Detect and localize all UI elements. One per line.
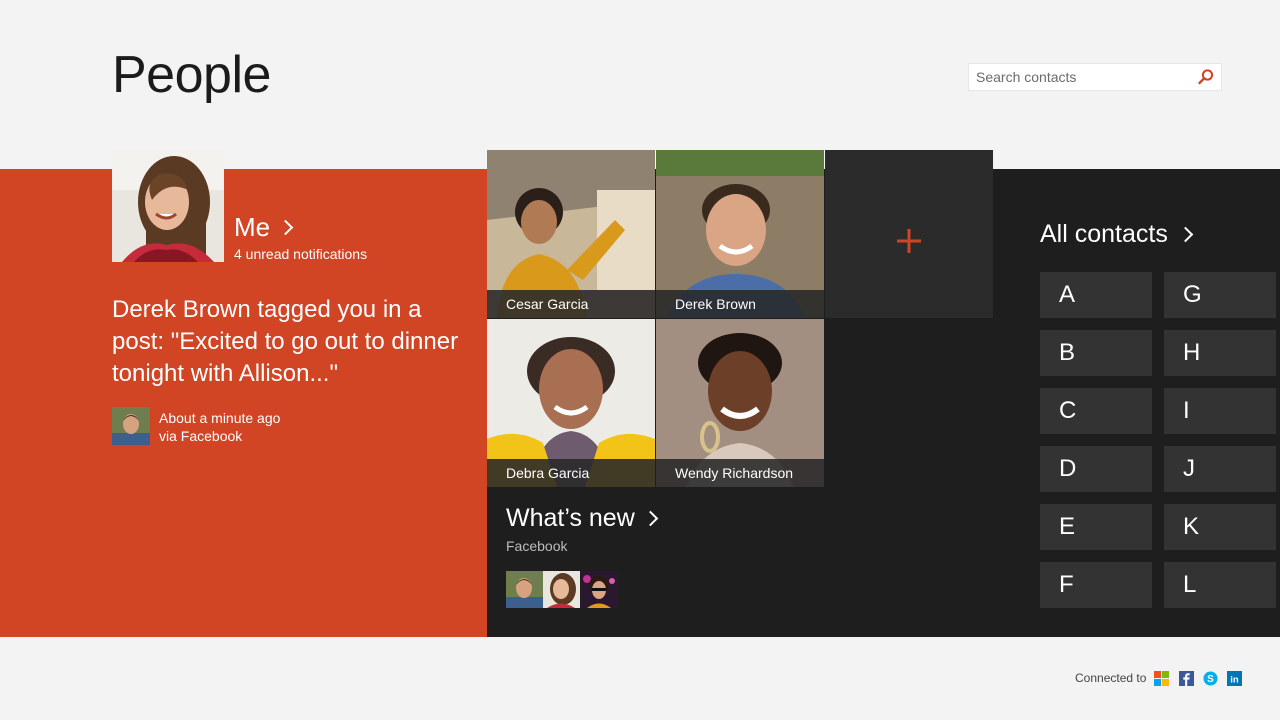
notification-text[interactable]: Derek Brown tagged you in a post: "Excit…: [112, 294, 472, 390]
me-link[interactable]: Me: [234, 212, 294, 243]
linkedin-icon[interactable]: in: [1227, 671, 1242, 686]
contact-name: Wendy Richardson: [656, 459, 824, 487]
whats-new-avatar[interactable]: [543, 571, 580, 608]
whats-new-title: What’s new: [506, 504, 635, 532]
favorite-tile[interactable]: Cesar Garcia: [487, 150, 655, 318]
whats-new-avatar[interactable]: [581, 571, 618, 608]
add-contact-tile[interactable]: [825, 150, 993, 318]
all-contacts-title: All contacts: [1040, 220, 1168, 248]
notification-count: 4 unread notifications: [234, 246, 368, 262]
svg-text:in: in: [1230, 675, 1239, 686]
me-avatar[interactable]: [112, 150, 224, 262]
whats-new-source: Facebook: [506, 538, 568, 554]
all-contacts-link[interactable]: All contacts: [1040, 220, 1194, 249]
favorite-tile[interactable]: Wendy Richardson: [656, 319, 824, 487]
whats-new-avatar[interactable]: [506, 571, 543, 608]
letter-tile-a[interactable]: A: [1040, 272, 1152, 318]
post-source: via Facebook: [159, 428, 243, 444]
favorite-tile[interactable]: Debra Garcia: [487, 319, 655, 487]
contact-name: Cesar Garcia: [487, 290, 655, 318]
letter-tile-c[interactable]: C: [1040, 388, 1152, 434]
plus-icon: [897, 229, 921, 253]
facebook-icon[interactable]: [1179, 671, 1194, 686]
letter-tile-j[interactable]: J: [1164, 446, 1276, 492]
skype-icon[interactable]: S: [1203, 671, 1218, 686]
contact-name: Derek Brown: [656, 290, 824, 318]
search-icon[interactable]: [1197, 68, 1215, 86]
letter-tile-b[interactable]: B: [1040, 330, 1152, 376]
chevron-right-icon: [277, 219, 294, 236]
favorite-tile[interactable]: Derek Brown: [656, 150, 824, 318]
letter-tile-d[interactable]: D: [1040, 446, 1152, 492]
connected-label: Connected to: [1075, 671, 1147, 685]
post-time: About a minute ago: [159, 410, 281, 426]
search-input[interactable]: [969, 64, 1191, 90]
contact-name: Debra Garcia: [487, 459, 655, 487]
whats-new-link[interactable]: What’s new: [506, 504, 659, 533]
letter-tile-e[interactable]: E: [1040, 504, 1152, 550]
page-title: People: [112, 46, 271, 104]
letter-tile-f[interactable]: F: [1040, 562, 1152, 608]
post-meta: About a minute ago via Facebook: [159, 409, 280, 445]
post-author-avatar: [112, 407, 150, 445]
letter-tile-h[interactable]: H: [1164, 330, 1276, 376]
letter-tile-i[interactable]: I: [1164, 388, 1276, 434]
letter-tile-l[interactable]: L: [1164, 562, 1276, 608]
chevron-right-icon: [642, 510, 659, 527]
microsoft-icon[interactable]: [1154, 671, 1169, 686]
search-box[interactable]: [968, 63, 1222, 91]
chevron-right-icon: [1177, 226, 1194, 243]
letter-tile-g[interactable]: G: [1164, 272, 1276, 318]
svg-text:S: S: [1207, 674, 1214, 685]
letter-tile-k[interactable]: K: [1164, 504, 1276, 550]
me-label: Me: [234, 212, 271, 242]
